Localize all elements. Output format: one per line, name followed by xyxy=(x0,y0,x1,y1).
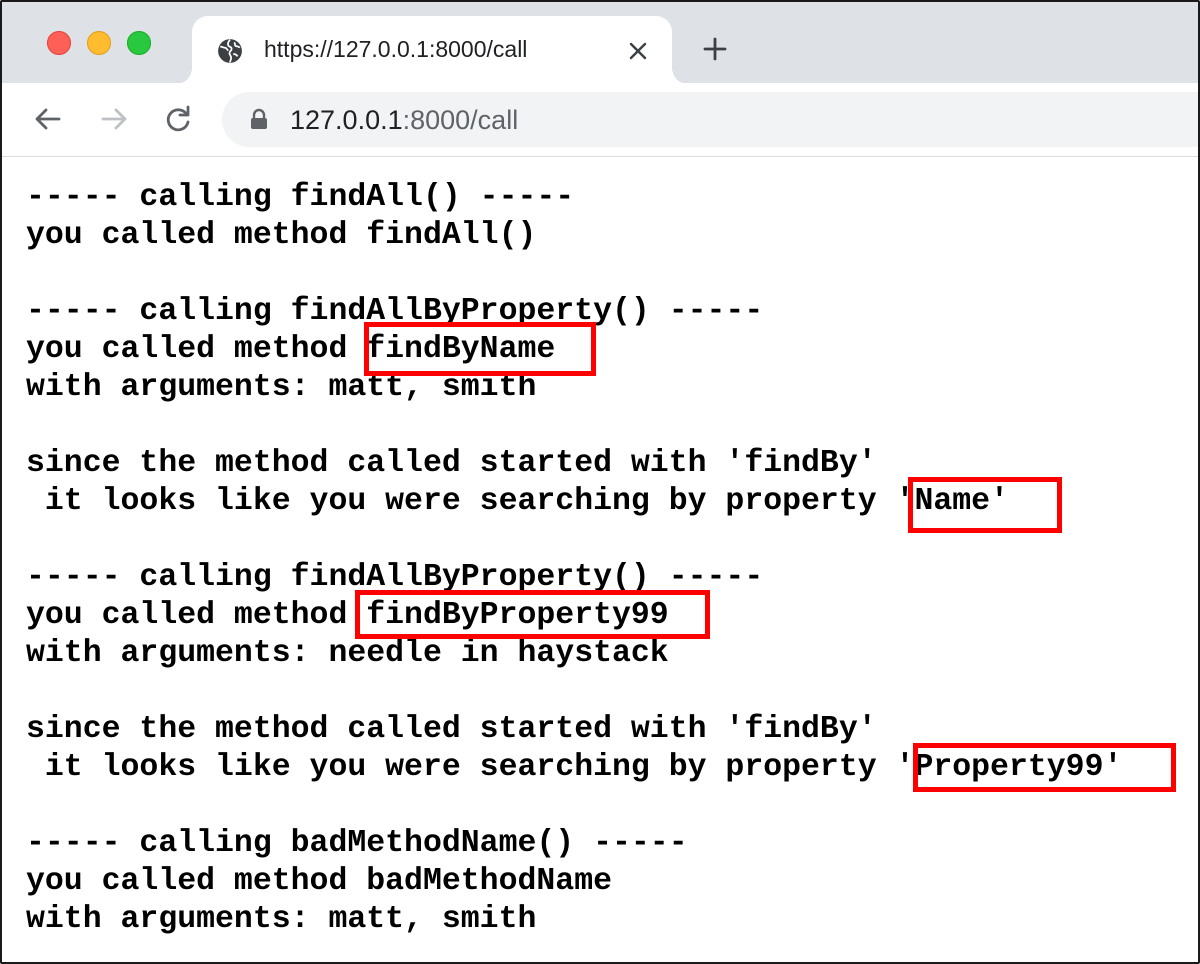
address-bar[interactable]: 127.0.0.1:8000/call xyxy=(222,92,1198,147)
highlight-box-findbyproperty99 xyxy=(355,590,710,639)
highlight-box-property99 xyxy=(913,743,1176,792)
text-line: you called method badMethodName xyxy=(26,864,612,899)
browser-toolbar: 127.0.0.1:8000/call xyxy=(2,83,1198,157)
text-line: with arguments: matt, smith xyxy=(26,902,537,937)
browser-window: https://127.0.0.1:8000/call 127.0.0.1:80… xyxy=(0,0,1200,964)
text-line: with arguments: needle in haystack xyxy=(26,636,669,671)
highlight-box-name xyxy=(908,477,1062,533)
text-line xyxy=(26,407,1122,445)
minimize-window-button[interactable] xyxy=(87,31,111,55)
text-line xyxy=(26,673,1122,711)
lock-icon[interactable] xyxy=(249,108,269,130)
active-tab[interactable]: https://127.0.0.1:8000/call xyxy=(192,16,672,84)
text-line: ----- calling badMethodName() ----- xyxy=(26,826,688,861)
highlight-box-findbyname xyxy=(364,322,596,376)
text-line xyxy=(26,787,1122,825)
text-line xyxy=(26,255,1122,293)
forward-arrow-icon[interactable] xyxy=(98,103,130,135)
globe-icon xyxy=(218,39,242,63)
maximize-window-button[interactable] xyxy=(127,31,151,55)
text-line: you called method findAll() xyxy=(26,218,537,253)
new-tab-icon[interactable] xyxy=(702,36,728,62)
text-line: ----- calling findAll() ----- xyxy=(26,180,575,215)
tab-title: https://127.0.0.1:8000/call xyxy=(264,36,528,62)
close-window-button[interactable] xyxy=(47,31,71,55)
url-text[interactable]: 127.0.0.1:8000/call xyxy=(290,105,518,136)
close-tab-icon[interactable] xyxy=(627,40,649,62)
back-arrow-icon[interactable] xyxy=(32,103,64,135)
url-host: 127.0.0.1 xyxy=(290,105,403,135)
reload-icon[interactable] xyxy=(162,103,194,135)
page-content: ----- calling findAll() ----- you called… xyxy=(26,179,1122,939)
url-path: :8000/call xyxy=(402,105,519,135)
tab-strip: https://127.0.0.1:8000/call xyxy=(2,2,1198,84)
